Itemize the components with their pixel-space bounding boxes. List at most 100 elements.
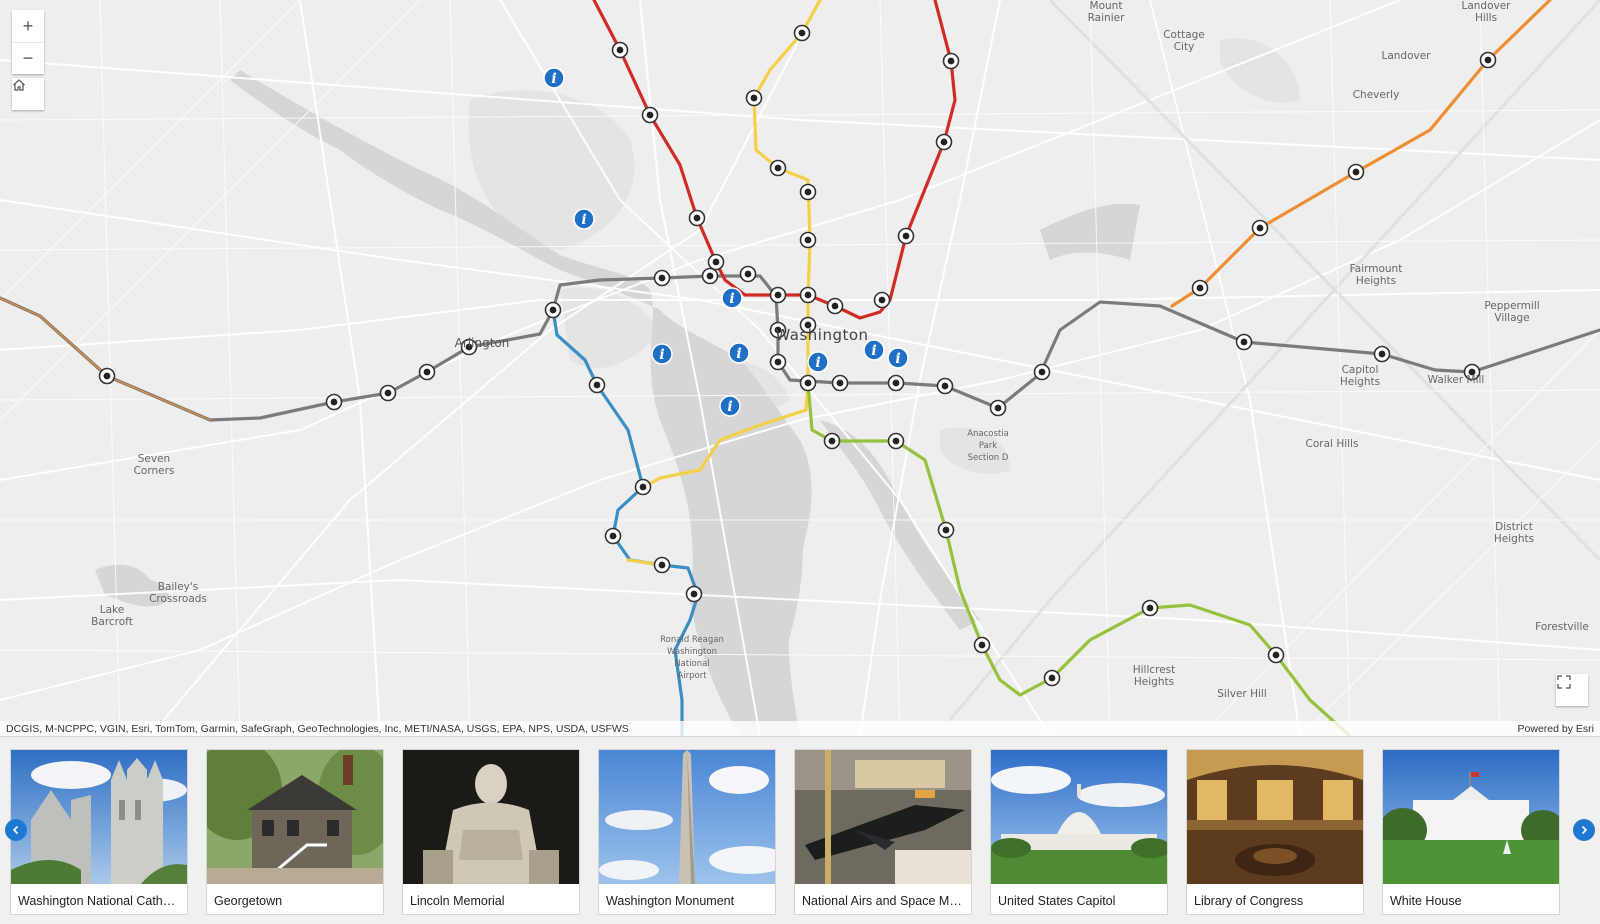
info-marker-icon[interactable]: i	[543, 67, 565, 89]
metro-station[interactable]	[641, 106, 659, 124]
metro-station[interactable]	[1479, 51, 1497, 69]
metro-station[interactable]	[745, 89, 763, 107]
gallery-card[interactable]: Washington Monument	[598, 749, 776, 915]
card-thumbnail	[207, 750, 383, 884]
metro-station[interactable]	[544, 301, 562, 319]
metro-station[interactable]	[1267, 646, 1285, 664]
metro-station[interactable]	[418, 363, 436, 381]
home-icon	[13, 79, 25, 91]
gallery-card[interactable]: Washington National Cathe…	[10, 749, 188, 915]
card-title: Library of Congress	[1194, 894, 1304, 908]
metro-station[interactable]	[799, 374, 817, 392]
home-button[interactable]	[12, 78, 44, 110]
metro-station[interactable]	[1191, 279, 1209, 297]
metro-station[interactable]	[1251, 219, 1269, 237]
metro-station[interactable]	[769, 353, 787, 371]
svg-text:i: i	[727, 399, 732, 415]
metro-station[interactable]	[1235, 333, 1253, 351]
fullscreen-button[interactable]	[1556, 674, 1588, 706]
metro-station[interactable]	[98, 367, 116, 385]
metro-station[interactable]	[701, 267, 719, 285]
metro-station[interactable]	[653, 269, 671, 287]
info-marker-icon[interactable]: i	[887, 347, 909, 369]
metro-station[interactable]	[799, 286, 817, 304]
metro-station[interactable]	[793, 24, 811, 42]
svg-text:i: i	[729, 291, 734, 307]
metro-station[interactable]	[634, 478, 652, 496]
card-title: National Airs and Space Mu…	[802, 894, 964, 908]
info-marker-icon[interactable]: i	[721, 287, 743, 309]
info-marker-icon[interactable]: i	[728, 342, 750, 364]
metro-station[interactable]	[588, 376, 606, 394]
metro-station[interactable]	[973, 636, 991, 654]
metro-station[interactable]	[1347, 163, 1365, 181]
metro-station[interactable]	[611, 41, 629, 59]
metro-station[interactable]	[653, 556, 671, 574]
metro-station[interactable]	[989, 399, 1007, 417]
metro-station[interactable]	[799, 183, 817, 201]
svg-text:i: i	[659, 347, 664, 363]
metro-station[interactable]	[379, 384, 397, 402]
card-thumbnail	[1383, 750, 1559, 884]
card-thumbnail	[403, 750, 579, 884]
place-label: Forestville	[1535, 621, 1589, 633]
place-label: Hillcrest Heights	[1132, 664, 1176, 688]
info-marker-icon[interactable]: i	[719, 395, 741, 417]
metro-station[interactable]	[685, 585, 703, 603]
card-thumbnail	[991, 750, 1167, 884]
gallery-strip: Washington National Cathe… Georgetown Li…	[0, 736, 1600, 924]
svg-text:i: i	[736, 346, 741, 362]
zoom-out-button[interactable]: −	[12, 42, 44, 74]
gallery-card[interactable]: White House	[1382, 749, 1560, 915]
card-title: Washington National Cathe…	[18, 894, 180, 908]
metro-station[interactable]	[769, 159, 787, 177]
city-label: Washington	[775, 326, 869, 344]
metro-station[interactable]	[873, 291, 891, 309]
zoom-in-button[interactable]: +	[12, 10, 44, 42]
gallery-card[interactable]: Library of Congress	[1186, 749, 1364, 915]
gallery-next-button[interactable]	[1573, 819, 1595, 841]
metro-station[interactable]	[1043, 669, 1061, 687]
gallery-card[interactable]: Georgetown	[206, 749, 384, 915]
place-label: Mount Rainier	[1087, 0, 1125, 24]
metro-station[interactable]	[769, 286, 787, 304]
info-marker-icon[interactable]: i	[651, 343, 673, 365]
metro-station[interactable]	[1033, 363, 1051, 381]
metro-station[interactable]	[688, 209, 706, 227]
place-label: District Heights	[1493, 521, 1535, 545]
map-view[interactable]: i i i i i i i i i Mount Rainier Cottage City Landove…	[0, 0, 1600, 736]
gallery-card[interactable]: National Airs and Space Mu…	[794, 749, 972, 915]
gallery-card[interactable]: Lincoln Memorial	[402, 749, 580, 915]
info-marker-icon[interactable]: i	[807, 351, 829, 373]
gallery-prev-button[interactable]	[5, 819, 27, 841]
attribution-bar: DCGIS, M-NCPPC, VGIN, Esri, TomTom, Garm…	[0, 721, 1600, 736]
powered-by-link[interactable]: Powered by Esri	[1518, 723, 1594, 735]
metro-station[interactable]	[325, 393, 343, 411]
metro-station[interactable]	[739, 265, 757, 283]
metro-station[interactable]	[936, 377, 954, 395]
metro-station[interactable]	[604, 527, 622, 545]
svg-text:i: i	[871, 343, 876, 359]
svg-text:i: i	[581, 212, 586, 228]
info-marker-icon[interactable]: i	[573, 208, 595, 230]
metro-station[interactable]	[707, 253, 725, 271]
metro-station[interactable]	[1141, 599, 1159, 617]
attribution-text: DCGIS, M-NCPPC, VGIN, Esri, TomTom, Garm…	[6, 723, 629, 735]
card-title: Lincoln Memorial	[410, 894, 505, 908]
place-label: Landover	[1381, 50, 1431, 62]
metro-station[interactable]	[823, 432, 841, 450]
metro-station[interactable]	[1373, 345, 1391, 363]
metro-station[interactable]	[826, 297, 844, 315]
metro-station[interactable]	[887, 374, 905, 392]
metro-station[interactable]	[887, 432, 905, 450]
metro-station[interactable]	[937, 521, 955, 539]
metro-station[interactable]	[935, 133, 953, 151]
metro-station[interactable]	[897, 227, 915, 245]
gallery-card[interactable]: United States Capitol	[990, 749, 1168, 915]
metro-station[interactable]	[942, 52, 960, 70]
metro-station[interactable]	[799, 231, 817, 249]
place-label: Seven Corners	[133, 453, 175, 477]
place-label: Lake Barcroft	[91, 604, 133, 628]
metro-station[interactable]	[831, 374, 849, 392]
chevron-left-icon	[12, 825, 19, 835]
